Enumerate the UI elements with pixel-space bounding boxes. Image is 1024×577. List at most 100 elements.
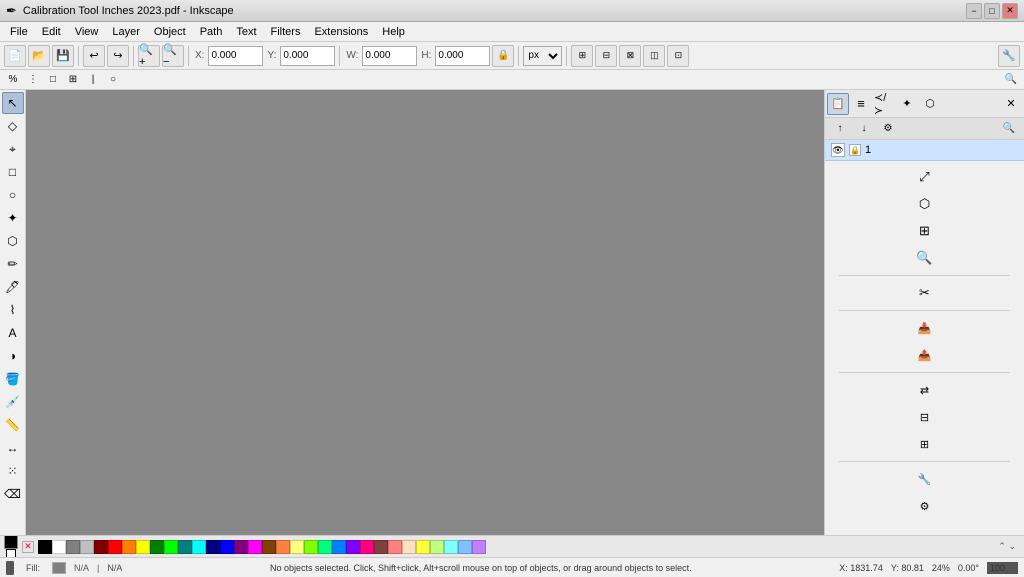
color-swatch[interactable] [276,540,290,554]
selector-tool[interactable]: ↖ [2,92,24,114]
remove-layer-button[interactable]: ↓ [853,118,875,140]
x-input[interactable] [208,46,263,66]
color-swatch[interactable] [472,540,486,554]
zoom-tool[interactable]: ⌖ [2,138,24,160]
import-tool[interactable]: 📥 [913,316,937,340]
snap-btn-1[interactable]: ⊞ [571,45,593,67]
color-swatch[interactable] [80,540,94,554]
menu-object[interactable]: Object [148,24,192,40]
menu-path[interactable]: Path [194,24,229,40]
color-swatch[interactable] [38,540,52,554]
menu-extensions[interactable]: Extensions [308,24,374,40]
no-color-btn[interactable]: ✕ [22,541,34,553]
menu-view[interactable]: View [69,24,105,40]
close-panel-button[interactable]: ✕ [1000,93,1022,115]
snap-grid[interactable]: ⊞ [64,71,82,89]
color-swatch[interactable] [360,540,374,554]
color-swatch[interactable] [388,540,402,554]
text-tool[interactable]: A [2,322,24,344]
menu-edit[interactable]: Edit [36,24,67,40]
fill-color-preview[interactable] [52,562,66,574]
zoom-field[interactable] [990,563,1015,573]
eyedropper-tool[interactable]: 💉 [2,391,24,413]
rect-tool[interactable]: □ [2,161,24,183]
menu-file[interactable]: File [4,24,34,40]
height-input[interactable] [435,46,490,66]
save-button[interactable]: 💾 [52,45,74,67]
snap-enable[interactable]: % [4,71,22,89]
unit-select[interactable]: px mm in [523,46,562,66]
zoom-input[interactable] [987,562,1018,574]
spray-tool[interactable]: ⁙ [2,460,24,482]
color-swatch[interactable] [248,540,262,554]
fit-selection-tool[interactable]: ⊞ [913,219,937,243]
export-tool[interactable]: 📤 [913,343,937,367]
open-button[interactable]: 📂 [28,45,50,67]
toolbox-button[interactable]: 🔧 [998,45,1020,67]
add-layer-button[interactable]: ↑ [829,118,851,140]
gradient-tool[interactable]: ◑ [2,345,24,367]
status-handle[interactable] [6,561,14,575]
snap-btn-4[interactable]: ◫ [643,45,665,67]
color-swatch[interactable] [136,540,150,554]
width-input[interactable] [362,46,417,66]
redo-button[interactable]: ↪ [107,45,129,67]
menu-text[interactable]: Text [230,24,262,40]
pages-tab[interactable]: 📋 [827,93,849,115]
layer-visibility[interactable]: 👁 [831,143,845,157]
new-button[interactable]: 📄 [4,45,26,67]
snap-object[interactable]: ○ [104,71,122,89]
objects-tab[interactable]: ⬡ [919,93,941,115]
scissors-tool[interactable]: ✂ [913,281,937,305]
zoom-in-button[interactable]: 🔍+ [138,45,160,67]
color-swatch[interactable] [220,540,234,554]
align-tool[interactable]: ⊟ [913,405,937,429]
color-swatch[interactable] [332,540,346,554]
node-tool[interactable]: ◇ [2,115,24,137]
color-swatch[interactable] [94,540,108,554]
menu-help[interactable]: Help [376,24,411,40]
color-swatch[interactable] [108,540,122,554]
color-swatch[interactable] [458,540,472,554]
distribute-tool[interactable]: ⊞ [913,432,937,456]
color-swatch[interactable] [66,540,80,554]
menu-layer[interactable]: Layer [106,24,146,40]
color-swatch[interactable] [206,540,220,554]
fill-tool[interactable]: 🪣 [2,368,24,390]
view-toggle[interactable]: 🔍 [1002,71,1020,89]
color-swatch[interactable] [178,540,192,554]
connector-tool[interactable]: ↔ [2,437,24,459]
color-swatch[interactable] [290,540,304,554]
pen-tool[interactable]: 🖊 [2,276,24,298]
calligraphy-tool[interactable]: ⌇ [2,299,24,321]
layer-settings-button[interactable]: ⚙ [877,118,899,140]
snap-btn-2[interactable]: ⊟ [595,45,617,67]
color-swatch[interactable] [262,540,276,554]
color-swatch[interactable] [52,540,66,554]
zoom-fit-tool[interactable]: 🔍 [913,246,937,270]
close-button[interactable]: ✕ [1002,3,1018,19]
3d-box-tool[interactable]: ⬡ [2,230,24,252]
lock-ratio-button[interactable]: 🔒 [492,45,514,67]
snap-bbox[interactable]: □ [44,71,62,89]
fit-drawing-tool[interactable]: ⬡ [913,192,937,216]
undo-button[interactable]: ↩ [83,45,105,67]
color-swatch[interactable] [164,540,178,554]
more-tool-2[interactable]: ⚙ [913,494,937,518]
color-swatch[interactable] [402,540,416,554]
menu-filters[interactable]: Filters [265,24,307,40]
color-swatch[interactable] [150,540,164,554]
xml-tab[interactable]: ≺/≻ [873,93,895,115]
snap-btn-5[interactable]: ⊡ [667,45,689,67]
ellipse-tool[interactable]: ○ [2,184,24,206]
eraser-tool[interactable]: ⌫ [2,483,24,505]
color-swatch[interactable] [192,540,206,554]
color-swatch[interactable] [346,540,360,554]
y-input[interactable] [280,46,335,66]
star-tool[interactable]: ✦ [2,207,24,229]
color-swatch[interactable] [234,540,248,554]
minimize-button[interactable]: − [966,3,982,19]
snap-nodes[interactable]: ⋮ [24,71,42,89]
measure-tool[interactable]: 📏 [2,414,24,436]
transform-tool[interactable]: ⇄ [913,378,937,402]
